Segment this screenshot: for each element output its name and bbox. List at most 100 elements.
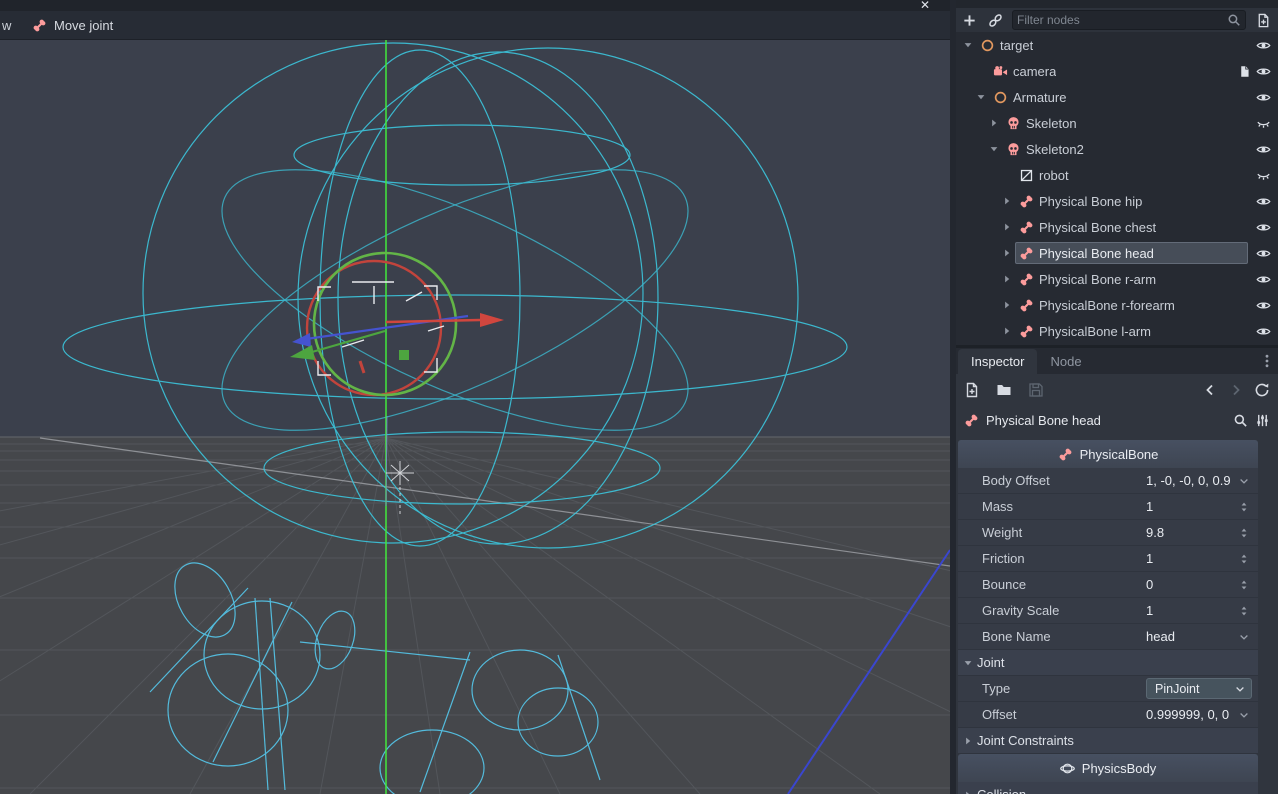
property-row-joint-offset[interactable]: Offset 0.999999, 0, 0: [958, 702, 1258, 728]
tree-row-robot[interactable]: robot: [956, 162, 1278, 188]
tab-node[interactable]: Node: [1037, 349, 1094, 374]
viewport-3d[interactable]: ✕ w Move joint: [0, 0, 950, 794]
eye-open-icon[interactable]: [1254, 244, 1272, 262]
property-value[interactable]: 0.999999, 0, 0: [1146, 707, 1234, 722]
chevron-right-icon[interactable]: [999, 271, 1015, 287]
chevron-right-icon[interactable]: [999, 323, 1015, 339]
inspector-properties: PhysicalBone Body Offset 1, -0, -0, 0, 0…: [958, 440, 1258, 794]
stepper-icon[interactable]: [1234, 527, 1254, 539]
tree-row-physical-bone-hip[interactable]: Physical Bone hip: [956, 188, 1278, 214]
expand-chevron-icon[interactable]: [1234, 709, 1254, 721]
property-value[interactable]: 0: [1146, 577, 1234, 592]
section-collision[interactable]: Collision: [958, 782, 1258, 794]
close-icon[interactable]: ✕: [920, 0, 930, 11]
instance-scene-button[interactable]: [986, 11, 1004, 29]
tree-node-label: Physical Bone hip: [1039, 194, 1142, 209]
search-icon: [1227, 13, 1241, 27]
script-icon[interactable]: [1236, 63, 1252, 79]
property-row-body-offset[interactable]: Body Offset 1, -0, -0, 0, 0.9: [958, 468, 1258, 494]
chevron-down-icon[interactable]: [973, 89, 989, 105]
eye-open-icon[interactable]: [1254, 140, 1272, 158]
eye-open-icon[interactable]: [1254, 218, 1272, 236]
section-joint-constraints[interactable]: Joint Constraints: [958, 728, 1258, 754]
chevron-right-icon[interactable]: [999, 193, 1015, 209]
eye-open-icon[interactable]: [1254, 296, 1272, 314]
property-row-mass[interactable]: Mass 1: [958, 494, 1258, 520]
property-value[interactable]: 1: [1146, 603, 1234, 618]
object-history-button[interactable]: [1254, 382, 1270, 398]
section-joint[interactable]: Joint: [958, 650, 1258, 676]
eye-open-icon[interactable]: [1254, 88, 1272, 106]
tree-row-armature[interactable]: Armature: [956, 84, 1278, 110]
skeleton-icon: [1006, 142, 1021, 157]
tree-row-skeleton[interactable]: Skeleton: [956, 110, 1278, 136]
eye-open-icon[interactable]: [1254, 270, 1272, 288]
chevron-right-icon: [962, 735, 974, 747]
expand-chevron-icon[interactable]: [1234, 475, 1254, 487]
viewport-floor: [0, 437, 950, 794]
chevron-down-icon[interactable]: [986, 141, 1002, 157]
eye-open-icon[interactable]: [1254, 192, 1272, 210]
chevron-down-icon[interactable]: [1234, 631, 1254, 643]
search-properties-button[interactable]: [1233, 413, 1248, 428]
property-row-weight[interactable]: Weight 9.8: [958, 520, 1258, 546]
save-resource-button[interactable]: [1028, 382, 1044, 398]
tree-row-physicalbone-r-forearm[interactable]: PhysicalBone r-forearm: [956, 292, 1278, 318]
history-back-button[interactable]: [1202, 382, 1218, 398]
chevron-right-icon: [962, 789, 974, 794]
category-physicsbody[interactable]: PhysicsBody: [958, 754, 1258, 782]
eye-open-icon[interactable]: [1254, 62, 1272, 80]
property-row-gravity-scale[interactable]: Gravity Scale 1: [958, 598, 1258, 624]
eye-open-icon[interactable]: [1254, 322, 1272, 340]
new-resource-button[interactable]: [964, 382, 980, 398]
joint-type-dropdown[interactable]: PinJoint: [1146, 678, 1252, 699]
tree-node-label: robot: [1039, 168, 1069, 183]
load-resource-button[interactable]: [996, 382, 1012, 398]
viewport-canvas[interactable]: [0, 0, 950, 794]
property-value[interactable]: 1: [1146, 499, 1234, 514]
stepper-icon[interactable]: [1234, 605, 1254, 617]
eye-closed-icon[interactable]: [1254, 166, 1272, 184]
eye-open-icon[interactable]: [1254, 36, 1272, 54]
tree-row-camera[interactable]: camera: [956, 58, 1278, 84]
tab-inspector[interactable]: Inspector: [958, 349, 1037, 374]
tree-row-physical-bone-r-arm[interactable]: Physical Bone r-arm: [956, 266, 1278, 292]
add-node-button[interactable]: [960, 11, 978, 29]
property-row-bone-name[interactable]: Bone Name head: [958, 624, 1258, 650]
chevron-right-icon[interactable]: [999, 297, 1015, 313]
tree-row-physical-bone-chest[interactable]: Physical Bone chest: [956, 214, 1278, 240]
stepper-icon[interactable]: [1234, 501, 1254, 513]
bone-icon: [1019, 194, 1034, 209]
stepper-icon[interactable]: [1234, 579, 1254, 591]
property-value[interactable]: head: [1146, 629, 1234, 644]
history-forward-button[interactable]: [1228, 382, 1244, 398]
mesh-icon: [1019, 168, 1034, 183]
tree-row-physical-bone-head[interactable]: Physical Bone head: [956, 240, 1278, 266]
property-tools-button[interactable]: [1255, 413, 1270, 428]
bone-icon: [32, 18, 47, 33]
property-row-joint-type[interactable]: Type PinJoint: [958, 676, 1258, 702]
tree-node-label: Skeleton2: [1026, 142, 1084, 157]
tree-row-physicalbone-l-arm[interactable]: PhysicalBone l-arm: [956, 318, 1278, 344]
chevron-right-icon[interactable]: [999, 245, 1015, 261]
expander-spacer: [999, 167, 1015, 183]
tree-row-target[interactable]: target: [956, 32, 1278, 58]
tree-row-skeleton2[interactable]: Skeleton2: [956, 136, 1278, 162]
category-physicalbone[interactable]: PhysicalBone: [958, 440, 1258, 468]
camera-icon: [993, 64, 1008, 79]
property-row-friction[interactable]: Friction 1: [958, 546, 1258, 572]
dock-menu-icon[interactable]: [1259, 353, 1275, 369]
window-titlebar-fragment: ✕: [0, 0, 950, 11]
chevron-down-icon[interactable]: [960, 37, 976, 53]
stepper-icon[interactable]: [1234, 553, 1254, 565]
property-value[interactable]: 9.8: [1146, 525, 1234, 540]
filter-nodes-input[interactable]: [1017, 13, 1227, 27]
property-value[interactable]: 1: [1146, 551, 1234, 566]
property-value[interactable]: 1, -0, -0, 0, 0.9: [1146, 473, 1234, 488]
chevron-right-icon[interactable]: [999, 219, 1015, 235]
view-menu-fragment[interactable]: w: [0, 18, 14, 33]
property-row-bounce[interactable]: Bounce 0: [958, 572, 1258, 598]
attach-script-button[interactable]: [1254, 11, 1272, 29]
chevron-right-icon[interactable]: [986, 115, 1002, 131]
eye-closed-icon[interactable]: [1254, 114, 1272, 132]
